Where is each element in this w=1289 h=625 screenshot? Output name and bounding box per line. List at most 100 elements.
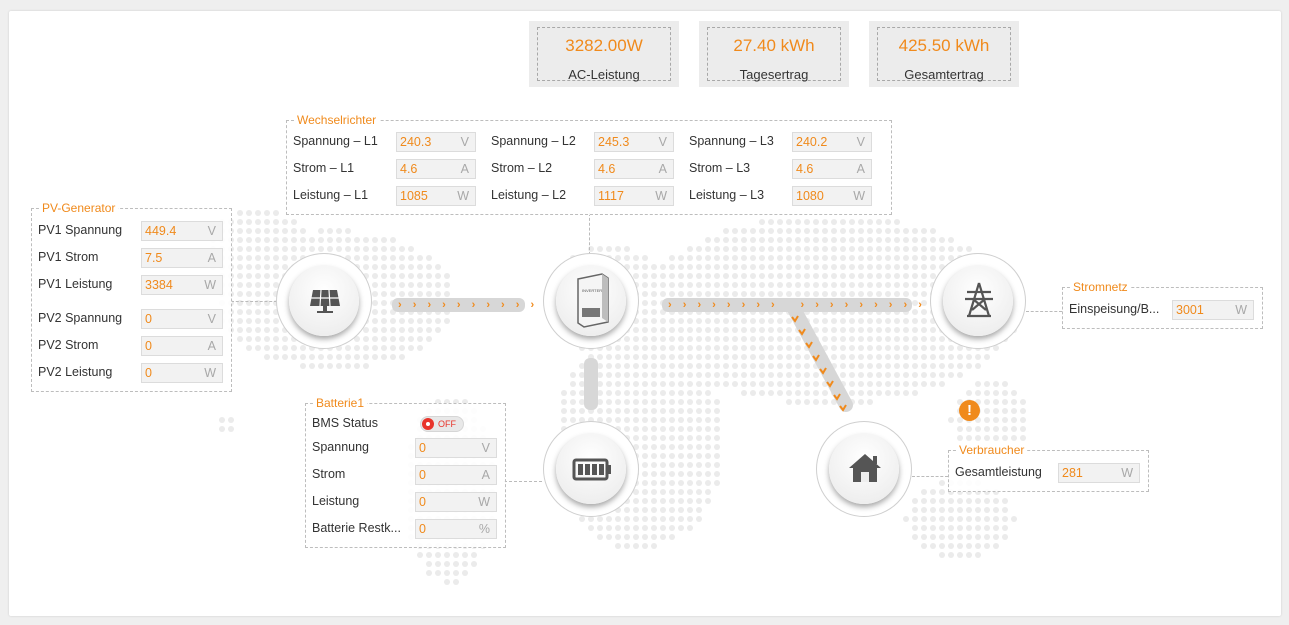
- connector-consumer: [912, 476, 948, 477]
- map-dot: [957, 543, 963, 549]
- map-dot: [930, 363, 936, 369]
- map-dot: [903, 246, 909, 252]
- label-bms-status: BMS Status: [312, 416, 378, 430]
- map-dot: [741, 363, 747, 369]
- map-dot: [417, 327, 423, 333]
- map-dot: [741, 282, 747, 288]
- connector-inverter: [589, 213, 590, 255]
- map-dot: [903, 345, 909, 351]
- map-dot: [714, 354, 720, 360]
- map-dot: [705, 354, 711, 360]
- map-dot: [831, 237, 837, 243]
- map-dot: [399, 264, 405, 270]
- field-pv1-strom: 7.5 A: [141, 248, 223, 268]
- map-dot: [939, 237, 945, 243]
- map-dot: [714, 237, 720, 243]
- flow-pipe-inverter-consumer: [785, 298, 853, 412]
- map-dot: [975, 543, 981, 549]
- kpi-daily-yield: 27.40 kWh Tagesertrag: [699, 21, 849, 87]
- map-dot: [723, 237, 729, 243]
- map-dot: [696, 354, 702, 360]
- map-dot: [993, 408, 999, 414]
- field-pv1-leistung: 3384 W: [141, 275, 223, 295]
- map-dot: [993, 426, 999, 432]
- inverter-node[interactable]: INVERTER: [543, 253, 639, 349]
- pv-node[interactable]: [276, 253, 372, 349]
- map-dot: [867, 228, 873, 234]
- map-dot: [642, 255, 648, 261]
- map-dot: [426, 273, 432, 279]
- bms-status-toggle[interactable]: OFF: [420, 416, 464, 432]
- map-dot: [813, 237, 819, 243]
- map-dot: [714, 327, 720, 333]
- map-dot: [885, 291, 891, 297]
- map-dot: [975, 534, 981, 540]
- map-dot: [687, 264, 693, 270]
- map-dot: [795, 228, 801, 234]
- map-dot: [696, 417, 702, 423]
- map-dot: [237, 219, 243, 225]
- map-dot: [687, 426, 693, 432]
- map-dot: [318, 354, 324, 360]
- map-dot: [399, 246, 405, 252]
- map-dot: [642, 480, 648, 486]
- field-strom-l2: 4.6 A: [594, 159, 674, 179]
- map-dot: [642, 525, 648, 531]
- map-dot: [435, 318, 441, 324]
- warning-icon[interactable]: !: [959, 400, 980, 421]
- map-dot: [669, 453, 675, 459]
- map-dot: [624, 408, 630, 414]
- map-dot: [894, 381, 900, 387]
- map-dot: [714, 471, 720, 477]
- map-dot: [615, 408, 621, 414]
- map-dot: [264, 264, 270, 270]
- map-dot: [831, 228, 837, 234]
- map-dot: [1002, 435, 1008, 441]
- map-dot: [921, 336, 927, 342]
- map-dot: [876, 390, 882, 396]
- map-dot: [930, 228, 936, 234]
- map-dot: [264, 246, 270, 252]
- map-dot: [822, 246, 828, 252]
- label-battery-spannung: Spannung: [312, 440, 370, 454]
- consumer-node[interactable]: [816, 421, 912, 517]
- map-dot: [237, 282, 243, 288]
- map-dot: [435, 327, 441, 333]
- map-dot: [696, 498, 702, 504]
- map-dot: [696, 318, 702, 324]
- map-dot: [1002, 525, 1008, 531]
- label-battery-strom: Strom: [312, 467, 346, 481]
- map-dot: [804, 228, 810, 234]
- map-dot: [750, 282, 756, 288]
- map-dot: [975, 516, 981, 522]
- map-dot: [1011, 516, 1017, 522]
- map-dot: [642, 318, 648, 324]
- map-dot: [453, 570, 459, 576]
- grid-node[interactable]: [930, 253, 1026, 349]
- battery-node[interactable]: [543, 421, 639, 517]
- map-dot: [435, 291, 441, 297]
- map-dot: [237, 264, 243, 270]
- map-dot: [660, 354, 666, 360]
- map-dot: [822, 282, 828, 288]
- map-dot: [273, 210, 279, 216]
- map-dot: [417, 282, 423, 288]
- map-dot: [642, 543, 648, 549]
- map-dot: [759, 237, 765, 243]
- map-dot: [741, 237, 747, 243]
- map-dot: [660, 417, 666, 423]
- map-dot: [237, 255, 243, 261]
- map-dot: [948, 363, 954, 369]
- map-dot: [993, 390, 999, 396]
- map-dot: [660, 264, 666, 270]
- map-dot: [615, 354, 621, 360]
- map-dot: [903, 381, 909, 387]
- map-dot: [570, 390, 576, 396]
- map-dot: [885, 390, 891, 396]
- map-dot: [1020, 417, 1026, 423]
- map-dot: [318, 246, 324, 252]
- map-dot: [696, 246, 702, 252]
- map-dot: [651, 480, 657, 486]
- map-dot: [957, 507, 963, 513]
- map-dot: [336, 246, 342, 252]
